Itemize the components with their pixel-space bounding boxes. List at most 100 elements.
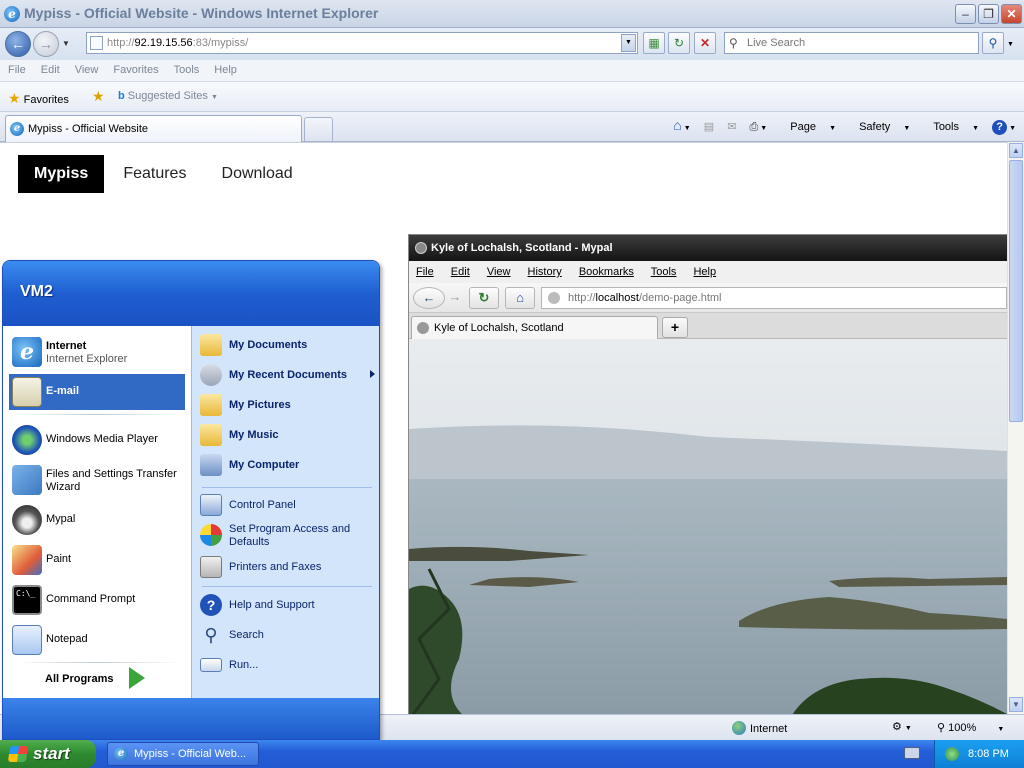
- refresh-icon[interactable]: ↻: [668, 32, 690, 54]
- page-menu[interactable]: Page ▼: [780, 121, 836, 133]
- back-button[interactable]: ←: [5, 31, 31, 57]
- mypal-menu-history[interactable]: History: [528, 266, 562, 278]
- tools-menu[interactable]: Tools ▼: [923, 121, 979, 133]
- help-support-icon: ?: [200, 594, 222, 616]
- search-box[interactable]: ⚲: [724, 32, 979, 54]
- start-item-internet[interactable]: e Internet Internet Explorer: [9, 334, 185, 370]
- start-item-email[interactable]: E-mail: [9, 374, 185, 410]
- mypal-screenshot: Kyle of Lochalsh, Scotland - Mypal File …: [408, 234, 1007, 714]
- start-item-media-player[interactable]: Windows Media Player: [9, 422, 185, 458]
- menu-tools[interactable]: Tools: [166, 60, 207, 76]
- new-tab-button[interactable]: [304, 117, 333, 141]
- search-logo-icon: ⚲: [729, 36, 738, 50]
- start-item-my-computer[interactable]: My Computer: [200, 452, 376, 480]
- start-item-search[interactable]: ⚲ Search: [200, 622, 376, 650]
- address-bar[interactable]: http://92.19.15.56:83/mypiss/ ▼: [86, 32, 638, 54]
- ie-logo-icon: e: [4, 6, 20, 22]
- ie-address-row: ← → ▼ http://92.19.15.56:83/mypiss/ ▼ ▦ …: [0, 28, 1024, 60]
- search-input[interactable]: [745, 34, 965, 52]
- mypal-menu-file[interactable]: File: [416, 266, 434, 278]
- user-name: VM2: [20, 283, 53, 300]
- scroll-down-icon[interactable]: ▼: [1009, 697, 1023, 712]
- all-programs-button[interactable]: All Programs: [45, 673, 113, 685]
- home-icon[interactable]: ⌂: [673, 117, 681, 133]
- start-item-printers[interactable]: Printers and Faxes: [200, 554, 376, 582]
- protected-mode-icon[interactable]: ⚙ ▼: [892, 720, 912, 733]
- start-item-command-prompt[interactable]: C:\_ Command Prompt: [9, 582, 185, 618]
- mypal-menu-view[interactable]: View: [487, 266, 511, 278]
- mypal-menu-bookmarks[interactable]: Bookmarks: [579, 266, 634, 278]
- mypal-menu-tools[interactable]: Tools: [651, 266, 677, 278]
- help-icon[interactable]: ?: [992, 120, 1008, 135]
- mypal-site-icon: [548, 292, 560, 304]
- start-item-my-documents[interactable]: My Documents: [200, 332, 376, 360]
- address-dropdown-icon[interactable]: ▼: [621, 34, 636, 52]
- mypal-menu-help[interactable]: Help: [693, 266, 716, 278]
- menu-edit[interactable]: Edit: [33, 60, 67, 76]
- search-options-icon[interactable]: ▼: [1007, 41, 1014, 48]
- favorites-button[interactable]: ★ Favorites: [8, 90, 69, 107]
- mypal-forward-icon[interactable]: →: [445, 287, 465, 309]
- menu-favorites[interactable]: Favorites: [105, 60, 165, 76]
- ie-title-bar: e Mypiss - Official Website - Windows In…: [0, 0, 1024, 28]
- site-nav-home[interactable]: Mypiss: [18, 155, 105, 193]
- scroll-thumb[interactable]: [1009, 160, 1023, 422]
- mypal-menu-edit[interactable]: Edit: [451, 266, 470, 278]
- scroll-up-icon[interactable]: ▲: [1009, 143, 1023, 158]
- start-item-control-panel[interactable]: Control Panel: [200, 492, 376, 520]
- notepad-icon: [12, 625, 42, 655]
- recent-pages-dropdown-icon[interactable]: ▼: [62, 39, 70, 48]
- suggested-sites-button[interactable]: b Suggested Sites ▼: [118, 90, 218, 102]
- mypal-back-icon[interactable]: ←: [413, 287, 445, 309]
- start-item-my-pictures[interactable]: My Pictures: [200, 392, 376, 420]
- forward-button[interactable]: →: [33, 31, 59, 57]
- mypal-new-tab-button[interactable]: +: [662, 317, 688, 338]
- minimize-button[interactable]: –: [955, 4, 976, 24]
- menu-help[interactable]: Help: [206, 60, 244, 76]
- search-go-icon[interactable]: ⚲: [982, 32, 1004, 54]
- feeds-icon[interactable]: ▤: [704, 120, 714, 133]
- mypal-home-icon[interactable]: ⌂: [505, 287, 535, 309]
- loch-photo: [409, 339, 1007, 714]
- control-panel-icon: [200, 494, 222, 516]
- menu-file[interactable]: File: [0, 60, 33, 76]
- ie-tab-active[interactable]: e Mypiss - Official Website: [5, 115, 302, 142]
- network-icon[interactable]: [945, 747, 959, 761]
- zoom-control[interactable]: ⚲ 100% ▼: [937, 721, 1004, 734]
- start-item-paint[interactable]: Paint: [9, 542, 185, 578]
- internet-zone-icon: [732, 721, 746, 735]
- stop-icon[interactable]: ✕: [694, 32, 716, 54]
- start-item-recent-documents[interactable]: My Recent Documents: [200, 362, 376, 390]
- restore-button[interactable]: ❐: [978, 4, 999, 24]
- zoom-icon: ⚲: [937, 722, 946, 734]
- start-button[interactable]: start: [0, 740, 96, 768]
- mypal-url-bar[interactable]: http://localhost/demo-page.html: [541, 287, 1007, 309]
- start-item-program-access[interactable]: Set Program Access and Defaults: [200, 522, 376, 552]
- mail-icon[interactable]: ✉: [727, 120, 736, 133]
- print-icon[interactable]: ⎙: [749, 121, 758, 134]
- folder-music-icon: [200, 424, 222, 446]
- site-nav-download[interactable]: Download: [206, 155, 309, 193]
- start-item-my-music[interactable]: My Music: [200, 422, 376, 450]
- close-button[interactable]: ✕: [1001, 4, 1022, 24]
- mypal-reload-icon[interactable]: ↻: [469, 287, 499, 309]
- start-item-help[interactable]: ? Help and Support: [200, 592, 376, 620]
- taskbar-ie-button[interactable]: e Mypiss - Official Web...: [107, 742, 259, 766]
- compatibility-view-icon[interactable]: ▦: [643, 32, 665, 54]
- address-text: http://92.19.15.56:83/mypiss/: [107, 37, 249, 49]
- clock[interactable]: 8:08 PM: [968, 740, 1009, 768]
- email-icon: [12, 377, 42, 407]
- safety-menu[interactable]: Safety ▼: [849, 121, 910, 133]
- mypal-title-bar: Kyle of Lochalsh, Scotland - Mypal: [409, 235, 1007, 261]
- start-item-mypal[interactable]: Mypal: [9, 502, 185, 538]
- add-favorite-icon[interactable]: ★: [92, 88, 105, 105]
- site-nav-features[interactable]: Features: [107, 155, 202, 193]
- mypal-tab-active[interactable]: Kyle of Lochalsh, Scotland: [411, 316, 658, 339]
- start-item-transfer-wizard[interactable]: Files and Settings Transfer Wizard: [9, 462, 185, 498]
- keyboard-icon[interactable]: [904, 747, 920, 759]
- menu-view[interactable]: View: [67, 60, 106, 76]
- start-item-notepad[interactable]: Notepad: [9, 622, 185, 658]
- taskbar-ie-icon: e: [114, 747, 128, 761]
- page-scrollbar[interactable]: ▲ ▼: [1007, 142, 1024, 714]
- start-item-run[interactable]: Run...: [200, 652, 376, 680]
